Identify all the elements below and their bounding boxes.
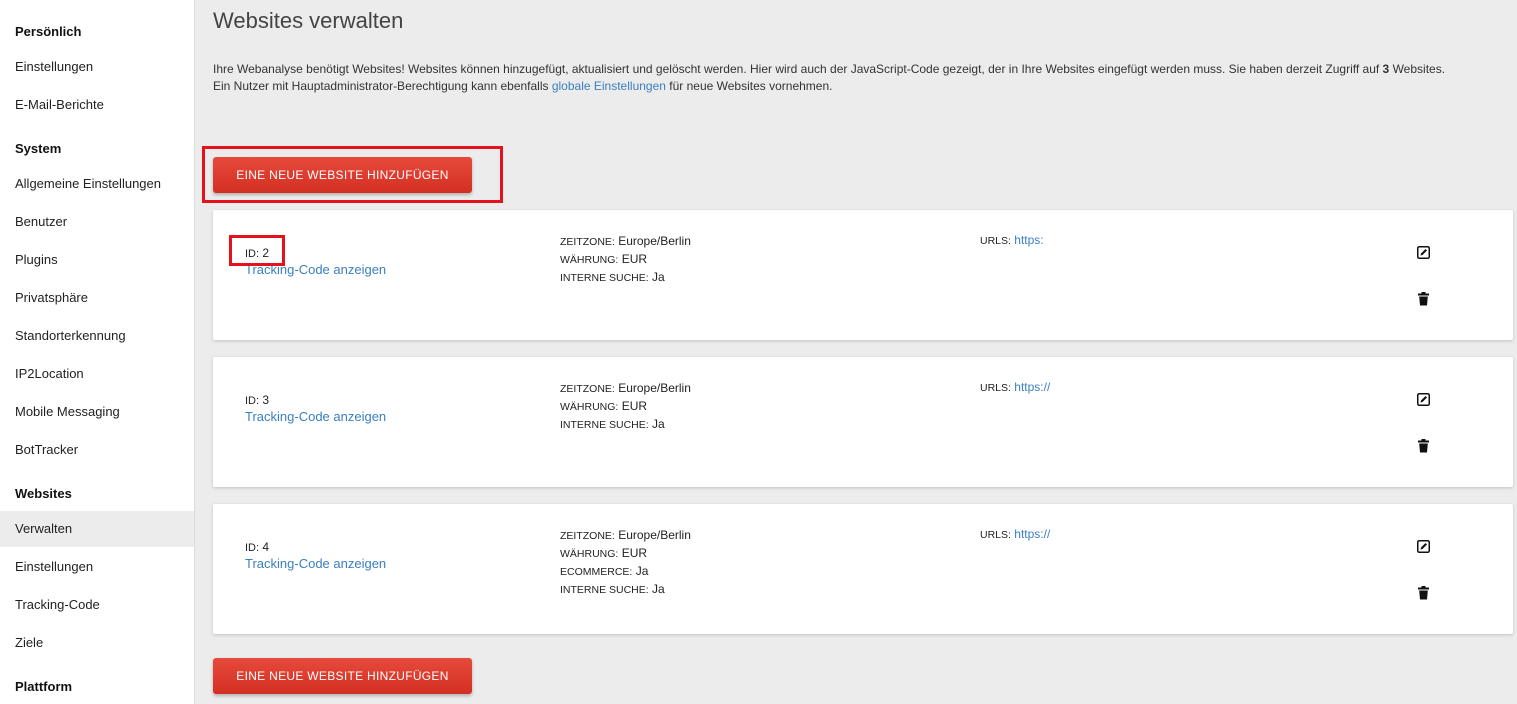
app-root: Persönlich Einstellungen E-Mail-Berichte… — [0, 0, 1517, 704]
urls-label: URLS: — [980, 235, 1011, 247]
currency-value: EUR — [621, 252, 648, 266]
timezone-label: ZEITZONE: — [560, 530, 615, 542]
edit-icon[interactable] — [1417, 393, 1430, 406]
website-card: ID: 4 Tracking-Code anzeigen ZEITZONE: E… — [213, 504, 1513, 634]
edit-icon[interactable] — [1417, 540, 1430, 553]
ecommerce-label: ECOMMERCE: — [560, 566, 633, 578]
sidebar-heading-system: System — [15, 141, 62, 156]
website-urls: URLS: https:// — [980, 380, 1050, 394]
show-tracking-code-link[interactable]: Tracking-Code anzeigen — [245, 262, 386, 277]
sidebar-heading-websites: Websites — [15, 486, 72, 501]
sidebar-item-users[interactable]: Benutzer — [0, 207, 194, 237]
show-tracking-code-link[interactable]: Tracking-Code anzeigen — [245, 409, 386, 424]
intro-line1-prefix: Ihre Webanalyse benötigt Websites! Websi… — [213, 62, 1383, 76]
id-value: 4 — [262, 540, 270, 554]
trash-icon[interactable] — [1417, 292, 1430, 306]
website-card: ID: 3 Tracking-Code anzeigen ZEITZONE: E… — [213, 357, 1513, 487]
timezone-row: ZEITZONE: Europe/Berlin — [560, 380, 691, 398]
internal-search-row: INTERNE SUCHE: Ja — [560, 416, 691, 434]
sidebar: Persönlich Einstellungen E-Mail-Berichte… — [0, 0, 195, 704]
trash-icon[interactable] — [1417, 586, 1430, 600]
currency-row: WÄHRUNG: EUR — [560, 398, 691, 416]
sidebar-item-mobile-messaging[interactable]: Mobile Messaging — [0, 397, 194, 427]
timezone-label: ZEITZONE: — [560, 236, 615, 248]
website-id-block: ID: 2 Tracking-Code anzeigen — [245, 246, 386, 277]
sidebar-item-manage[interactable]: Verwalten — [0, 511, 194, 547]
currency-value: EUR — [621, 546, 648, 560]
global-settings-link[interactable]: globale Einstellungen — [552, 79, 666, 93]
timezone-value: Europe/Berlin — [618, 234, 691, 248]
internal-search-row: INTERNE SUCHE: Ja — [560, 269, 691, 287]
id-label: ID: — [245, 248, 260, 260]
internal-search-value: Ja — [652, 582, 665, 596]
website-url-link[interactable]: https:// — [1014, 380, 1050, 394]
website-info: ZEITZONE: Europe/Berlin WÄHRUNG: EUR INT… — [560, 380, 691, 434]
id-value: 3 — [262, 393, 270, 407]
intro-line1-suffix: Websites. — [1389, 62, 1446, 76]
currency-row: WÄHRUNG: EUR — [560, 545, 691, 563]
internal-search-label: INTERNE SUCHE: — [560, 419, 649, 431]
sidebar-item-email-reports[interactable]: E-Mail-Berichte — [0, 90, 194, 120]
sidebar-item-goals[interactable]: Ziele — [0, 628, 194, 658]
page-title: Websites verwalten — [213, 8, 404, 33]
website-info: ZEITZONE: Europe/Berlin WÄHRUNG: EUR INT… — [560, 233, 691, 287]
internal-search-value: Ja — [652, 270, 665, 284]
show-tracking-code-link[interactable]: Tracking-Code anzeigen — [245, 556, 386, 571]
internal-search-value: Ja — [652, 417, 665, 431]
internal-search-row: INTERNE SUCHE: Ja — [560, 581, 691, 599]
website-id-block: ID: 4 Tracking-Code anzeigen — [245, 540, 386, 571]
trash-icon[interactable] — [1417, 439, 1430, 453]
add-website-button-top[interactable]: EINE NEUE WEBSITE HINZUFÜGEN — [213, 157, 472, 193]
website-urls: URLS: https: — [980, 233, 1044, 247]
currency-label: WÄHRUNG: — [560, 254, 619, 266]
website-info: ZEITZONE: Europe/Berlin WÄHRUNG: EUR ECO… — [560, 527, 691, 599]
ecommerce-value: Ja — [635, 564, 649, 578]
intro-line2-suffix: für neue Websites vornehmen. — [665, 79, 833, 93]
intro-line2-prefix: Ein Nutzer mit Hauptadministrator-Berech… — [213, 79, 552, 93]
currency-value: EUR — [621, 399, 648, 413]
id-label: ID: — [245, 542, 260, 554]
currency-label: WÄHRUNG: — [560, 548, 619, 560]
sidebar-item-ip2location[interactable]: IP2Location — [0, 359, 194, 389]
edit-icon[interactable] — [1417, 246, 1430, 259]
website-url-link[interactable]: https: — [1014, 233, 1043, 247]
sidebar-item-plugins[interactable]: Plugins — [0, 245, 194, 275]
sidebar-item-general-settings[interactable]: Allgemeine Einstellungen — [0, 169, 194, 199]
internal-search-label: INTERNE SUCHE: — [560, 272, 649, 284]
timezone-label: ZEITZONE: — [560, 383, 615, 395]
urls-label: URLS: — [980, 529, 1011, 541]
currency-label: WÄHRUNG: — [560, 401, 619, 413]
timezone-row: ZEITZONE: Europe/Berlin — [560, 233, 691, 251]
sidebar-item-website-settings[interactable]: Einstellungen — [0, 552, 194, 582]
website-urls: URLS: https:// — [980, 527, 1050, 541]
internal-search-label: INTERNE SUCHE: — [560, 584, 649, 596]
ecommerce-row: ECOMMERCE: Ja — [560, 563, 691, 581]
intro-text: Ihre Webanalyse benötigt Websites! Websi… — [213, 61, 1505, 95]
website-url-link[interactable]: https:// — [1014, 527, 1050, 541]
sidebar-item-privacy[interactable]: Privatsphäre — [0, 283, 194, 313]
timezone-value: Europe/Berlin — [618, 528, 691, 542]
timezone-value: Europe/Berlin — [618, 381, 691, 395]
id-label: ID: — [245, 395, 260, 407]
urls-label: URLS: — [980, 382, 1011, 394]
currency-row: WÄHRUNG: EUR — [560, 251, 691, 269]
sidebar-item-tracking-code[interactable]: Tracking-Code — [0, 590, 194, 620]
sidebar-item-geolocation[interactable]: Standorterkennung — [0, 321, 194, 351]
timezone-row: ZEITZONE: Europe/Berlin — [560, 527, 691, 545]
website-card: ID: 2 Tracking-Code anzeigen ZEITZONE: E… — [213, 210, 1513, 340]
sidebar-item-bottracker[interactable]: BotTracker — [0, 435, 194, 465]
sidebar-heading-personal: Persönlich — [15, 24, 82, 39]
id-value: 2 — [262, 246, 270, 260]
sidebar-heading-platform: Plattform — [15, 679, 73, 694]
add-website-button-bottom[interactable]: EINE NEUE WEBSITE HINZUFÜGEN — [213, 658, 472, 694]
website-id-block: ID: 3 Tracking-Code anzeigen — [245, 393, 386, 424]
sidebar-item-settings[interactable]: Einstellungen — [0, 52, 194, 82]
